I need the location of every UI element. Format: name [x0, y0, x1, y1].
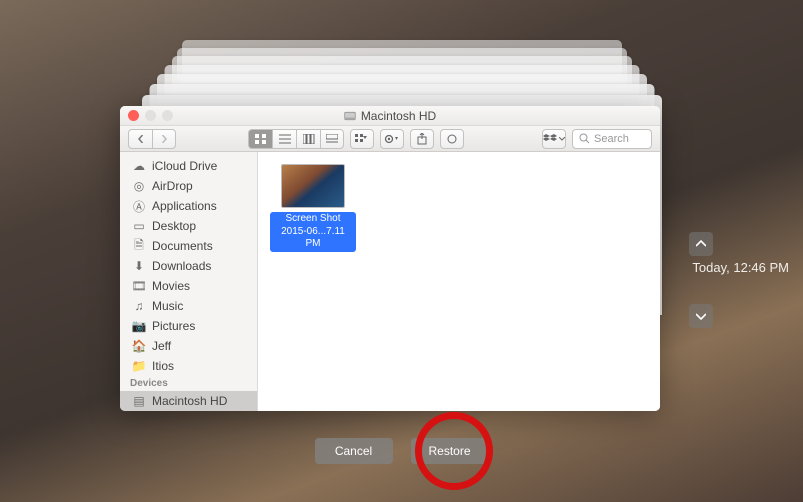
- forward-button[interactable]: [152, 129, 176, 149]
- sidebar-item-label: iCloud Drive: [152, 159, 217, 173]
- search-placeholder: Search: [594, 133, 629, 145]
- zoom-button[interactable]: [162, 110, 173, 121]
- documents-icon: 🗎: [132, 236, 146, 256]
- folder-icon: 📁: [132, 359, 146, 373]
- toolbar: Search: [120, 126, 660, 152]
- chevron-down-icon: [696, 311, 706, 321]
- dropbox-button[interactable]: [542, 129, 566, 149]
- sidebar-item-label: Itios: [152, 359, 174, 373]
- chevron-down-icon: [559, 137, 565, 141]
- icon-view-button[interactable]: [248, 129, 272, 149]
- sidebar-item-desktop[interactable]: ▭ Desktop: [120, 216, 257, 236]
- sidebar-item-label: Documents: [152, 239, 213, 253]
- window-title: Macintosh HD: [344, 109, 436, 123]
- sidebar-item-airdrop[interactable]: ◎ AirDrop: [120, 176, 257, 196]
- movies-icon: 🎞: [132, 279, 146, 293]
- file-name-line: Screen Shot: [285, 213, 340, 224]
- dropbox-icon: [543, 134, 557, 144]
- sidebar-item-label: Movies: [152, 279, 190, 293]
- chevron-right-icon: [160, 135, 168, 143]
- sidebar-item-movies[interactable]: 🎞 Movies: [120, 276, 257, 296]
- sidebar-item-macintosh-hd[interactable]: ▤ Macintosh HD: [120, 391, 257, 411]
- sidebar-item-label: Music: [152, 299, 183, 313]
- share-icon: [417, 133, 427, 145]
- list-icon: [279, 134, 291, 144]
- music-icon: ♫: [132, 299, 146, 313]
- sidebar-item-label: Pictures: [152, 319, 195, 333]
- search-field[interactable]: Search: [572, 129, 652, 149]
- nav-back-forward: [128, 129, 176, 149]
- sidebar-item-documents[interactable]: 🗎 Documents: [120, 236, 257, 256]
- column-view-button[interactable]: [296, 129, 320, 149]
- gear-icon: [384, 134, 400, 144]
- timeline-prev-button[interactable]: [689, 232, 713, 256]
- list-view-button[interactable]: [272, 129, 296, 149]
- window-title-text: Macintosh HD: [361, 109, 436, 123]
- sidebar-item-downloads[interactable]: ⬇ Downloads: [120, 256, 257, 276]
- airdrop-icon: ◎: [132, 179, 146, 193]
- coverflow-view-button[interactable]: [320, 129, 344, 149]
- chevron-up-icon: [696, 239, 706, 249]
- button-label: Cancel: [335, 444, 372, 458]
- annotation-highlight-circle: [415, 412, 493, 490]
- sidebar-item-label: Applications: [152, 199, 217, 213]
- file-thumbnail: [281, 164, 345, 208]
- sidebar-item-label: Jeff: [152, 339, 171, 353]
- view-mode-group: [248, 129, 344, 149]
- file-item[interactable]: Screen Shot 2015-06...7.11 PM: [270, 164, 356, 252]
- chevron-left-icon: [137, 135, 145, 143]
- sidebar-item-label: Downloads: [152, 259, 211, 273]
- sidebar-section-devices: Devices: [120, 376, 257, 391]
- sidebar-item-pictures[interactable]: 📷 Pictures: [120, 316, 257, 336]
- minimize-button[interactable]: [145, 110, 156, 121]
- disk-icon: ▤: [132, 394, 146, 408]
- sidebar-item-label: AirDrop: [152, 179, 193, 193]
- titlebar: Macintosh HD: [120, 106, 660, 126]
- file-name: Screen Shot 2015-06...7.11 PM: [270, 212, 356, 252]
- arrange-button[interactable]: [350, 129, 374, 149]
- home-icon: 🏠: [132, 339, 146, 353]
- arrange-icon: [355, 134, 369, 144]
- sidebar-item-label: Desktop: [152, 219, 196, 233]
- sidebar-item-home[interactable]: 🏠 Jeff: [120, 336, 257, 356]
- share-button[interactable]: [410, 129, 434, 149]
- search-icon: [579, 133, 590, 144]
- tag-icon: [446, 133, 458, 145]
- columns-icon: [303, 134, 315, 144]
- grid-icon: [255, 134, 267, 144]
- file-grid[interactable]: Screen Shot 2015-06...7.11 PM: [258, 152, 660, 411]
- timeline-nav: [689, 232, 713, 328]
- downloads-icon: ⬇: [132, 259, 146, 273]
- action-button[interactable]: [380, 129, 404, 149]
- pictures-icon: 📷: [132, 319, 146, 333]
- timeline-next-button[interactable]: [689, 304, 713, 328]
- disk-icon: [344, 110, 356, 122]
- sidebar-item-folder[interactable]: 📁 Itios: [120, 356, 257, 376]
- desktop-icon: ▭: [132, 219, 146, 233]
- cloud-icon: ☁: [132, 159, 146, 173]
- sidebar: ☁ iCloud Drive ◎ AirDrop Ⓐ Applications ▭ De…: [120, 152, 258, 411]
- sidebar-item-label: Macintosh HD: [152, 394, 227, 408]
- sidebar-item-applications[interactable]: Ⓐ Applications: [120, 196, 257, 216]
- timeline-current-label: Today, 12:46 PM: [692, 260, 789, 275]
- sidebar-item-music[interactable]: ♫ Music: [120, 296, 257, 316]
- window-controls: [128, 110, 173, 121]
- cancel-button[interactable]: Cancel: [315, 438, 393, 464]
- back-button[interactable]: [128, 129, 152, 149]
- sidebar-item-icloud[interactable]: ☁ iCloud Drive: [120, 156, 257, 176]
- apps-icon: Ⓐ: [132, 198, 146, 215]
- tags-button[interactable]: [440, 129, 464, 149]
- close-button[interactable]: [128, 110, 139, 121]
- file-name-line: 2015-06...7.11 PM: [281, 226, 345, 250]
- coverflow-icon: [326, 134, 338, 144]
- finder-window: Macintosh HD: [120, 106, 660, 411]
